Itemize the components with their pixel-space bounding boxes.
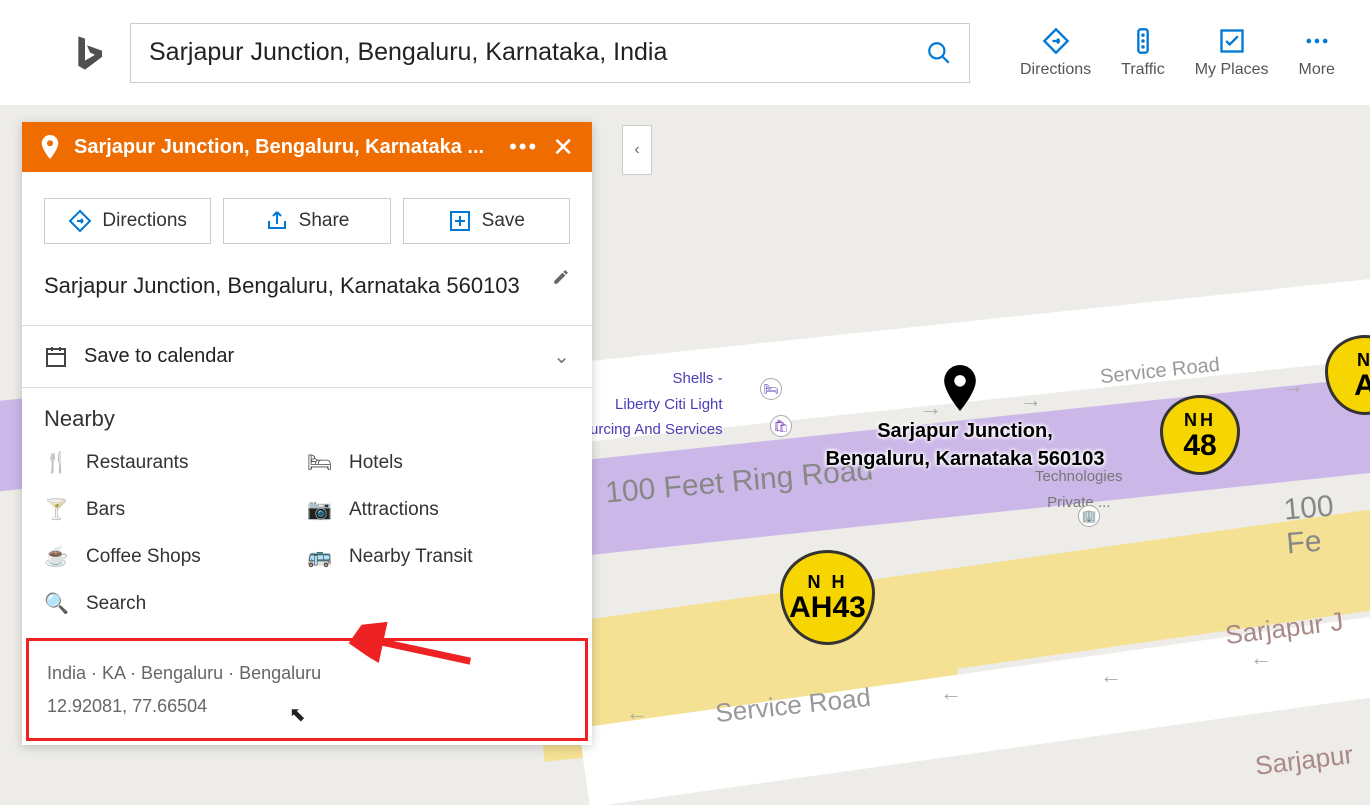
panel-footer-highlighted: India · KA · Bengaluru · Bengaluru 12.92… <box>26 638 588 741</box>
bar-icon: 🍸 <box>44 497 68 522</box>
nearby-label: Nearby Transit <box>349 546 473 568</box>
nearby-label: Attractions <box>349 499 439 521</box>
pin-label: Sarjapur Junction,Bengaluru, Karnataka 5… <box>800 417 1130 473</box>
save-calendar-button[interactable]: Save to calendar ⌄ <box>44 344 570 369</box>
nearby-hotels[interactable]: 🛏 Hotels <box>307 450 570 475</box>
panel-header: Sarjapur Junction, Bengaluru, Karnataka … <box>22 122 592 172</box>
directions-button[interactable]: Directions <box>44 198 211 244</box>
coordinates-text: 12.92081, 77.66504 <box>47 690 567 722</box>
directions-icon <box>68 209 92 233</box>
breadcrumb-text: India · KA · Bengaluru · Bengaluru <box>47 657 567 689</box>
nav-myplaces-label: My Places <box>1195 61 1269 79</box>
poi-label[interactable]: Shells - Liberty Citi Light urcing And S… <box>590 369 723 440</box>
panel-close-button[interactable]: ✕ <box>552 132 574 163</box>
bing-logo-icon <box>70 33 110 73</box>
poi-building-icon[interactable]: 🏢 <box>1078 505 1100 527</box>
more-icon <box>1303 27 1331 55</box>
myplaces-icon <box>1218 27 1246 55</box>
directions-icon <box>1042 27 1070 55</box>
poi-shop-icon[interactable]: 🛍 <box>770 415 792 437</box>
directions-label: Directions <box>102 210 186 232</box>
panel-title: Sarjapur Junction, Bengaluru, Karnataka … <box>74 136 495 159</box>
share-label: Share <box>299 210 350 232</box>
cursor-icon: ⬉ <box>289 697 306 733</box>
nearby-bars[interactable]: 🍸 Bars <box>44 497 307 522</box>
nav-myplaces[interactable]: My Places <box>1195 27 1269 79</box>
nav-directions-label: Directions <box>1020 61 1091 79</box>
nav-traffic-label: Traffic <box>1121 61 1165 79</box>
poi-hotel-icon[interactable]: 🛏 <box>760 378 782 400</box>
direction-arrow-icon: ← <box>940 680 962 706</box>
direction-arrow-icon: → <box>1020 387 1042 413</box>
address-text: Sarjapur Junction, Bengaluru, Karnataka … <box>44 268 552 303</box>
shield-bottom: 48 <box>1183 431 1216 461</box>
hotel-icon: 🛏 <box>307 450 331 475</box>
nav-more[interactable]: More <box>1299 27 1335 79</box>
calendar-section: Save to calendar ⌄ <box>22 325 592 387</box>
nav-traffic[interactable]: Traffic <box>1121 27 1165 79</box>
nearby-label: Search <box>86 593 146 615</box>
road-label: Sarjapur <box>1253 739 1354 782</box>
search-icon: 🔍 <box>44 591 68 616</box>
share-button[interactable]: Share <box>223 198 390 244</box>
direction-arrow-icon: ← <box>1100 663 1122 689</box>
nearby-search[interactable]: 🔍 Search <box>44 591 307 616</box>
nearby-restaurants[interactable]: 🍴 Restaurants <box>44 450 307 475</box>
share-icon <box>265 209 289 233</box>
calendar-icon <box>44 345 68 369</box>
search-input[interactable] <box>131 38 909 67</box>
search-button[interactable] <box>909 23 969 83</box>
shield-bottom: A <box>1354 371 1370 401</box>
pencil-icon <box>552 268 570 286</box>
traffic-icon <box>1129 27 1157 55</box>
nav-more-label: More <box>1299 61 1335 79</box>
nearby-transit[interactable]: 🚌 Nearby Transit <box>307 544 570 569</box>
nearby-title: Nearby <box>44 406 570 432</box>
shield-top: N <box>1357 350 1370 371</box>
search-box <box>130 23 970 83</box>
address-row: Sarjapur Junction, Bengaluru, Karnataka … <box>22 260 592 325</box>
panel-action-row: Directions Share Save <box>22 172 592 260</box>
camera-icon: 📷 <box>307 497 331 522</box>
panel-menu-button[interactable]: ••• <box>509 134 538 160</box>
direction-arrow-icon: ← <box>1250 645 1272 671</box>
nearby-label: Restaurants <box>86 452 188 474</box>
nearby-label: Bars <box>86 499 125 521</box>
pin-icon <box>40 135 60 159</box>
panel-collapse-handle[interactable]: ‹ <box>622 125 652 175</box>
direction-arrow-icon: ← <box>626 700 648 726</box>
header-nav: Directions Traffic My Places More <box>1020 27 1335 79</box>
shield-bottom: AH43 <box>789 593 866 623</box>
nearby-attractions[interactable]: 📷 Attractions <box>307 497 570 522</box>
coffee-icon: ☕ <box>44 544 68 569</box>
top-header: Directions Traffic My Places More <box>0 0 1370 105</box>
nav-directions[interactable]: Directions <box>1020 27 1091 79</box>
bus-icon: 🚌 <box>307 544 331 569</box>
direction-arrow-icon: → <box>1282 373 1304 399</box>
shield-top: N H <box>808 572 848 593</box>
save-label: Save <box>482 210 525 232</box>
restaurant-icon: 🍴 <box>44 450 68 475</box>
road-label: 100 Fe <box>1282 486 1370 561</box>
map-pin-icon[interactable] <box>942 365 978 416</box>
poi-label[interactable]: Technologies Private ... <box>1035 467 1123 512</box>
shield-top: NH <box>1184 410 1216 431</box>
nearby-coffee[interactable]: ☕ Coffee Shops <box>44 544 307 569</box>
search-icon <box>926 40 952 66</box>
chevron-down-icon: ⌄ <box>553 344 570 369</box>
nearby-label: Coffee Shops <box>86 546 201 568</box>
save-button[interactable]: Save <box>403 198 570 244</box>
edit-button[interactable] <box>552 268 570 291</box>
nearby-section: Nearby 🍴 Restaurants 🛏 Hotels 🍸 Bars 📷 Attra… <box>22 387 592 634</box>
nearby-label: Hotels <box>349 452 403 474</box>
place-panel: Sarjapur Junction, Bengaluru, Karnataka … <box>22 122 592 745</box>
save-icon <box>448 209 472 233</box>
calendar-label: Save to calendar <box>84 345 234 368</box>
